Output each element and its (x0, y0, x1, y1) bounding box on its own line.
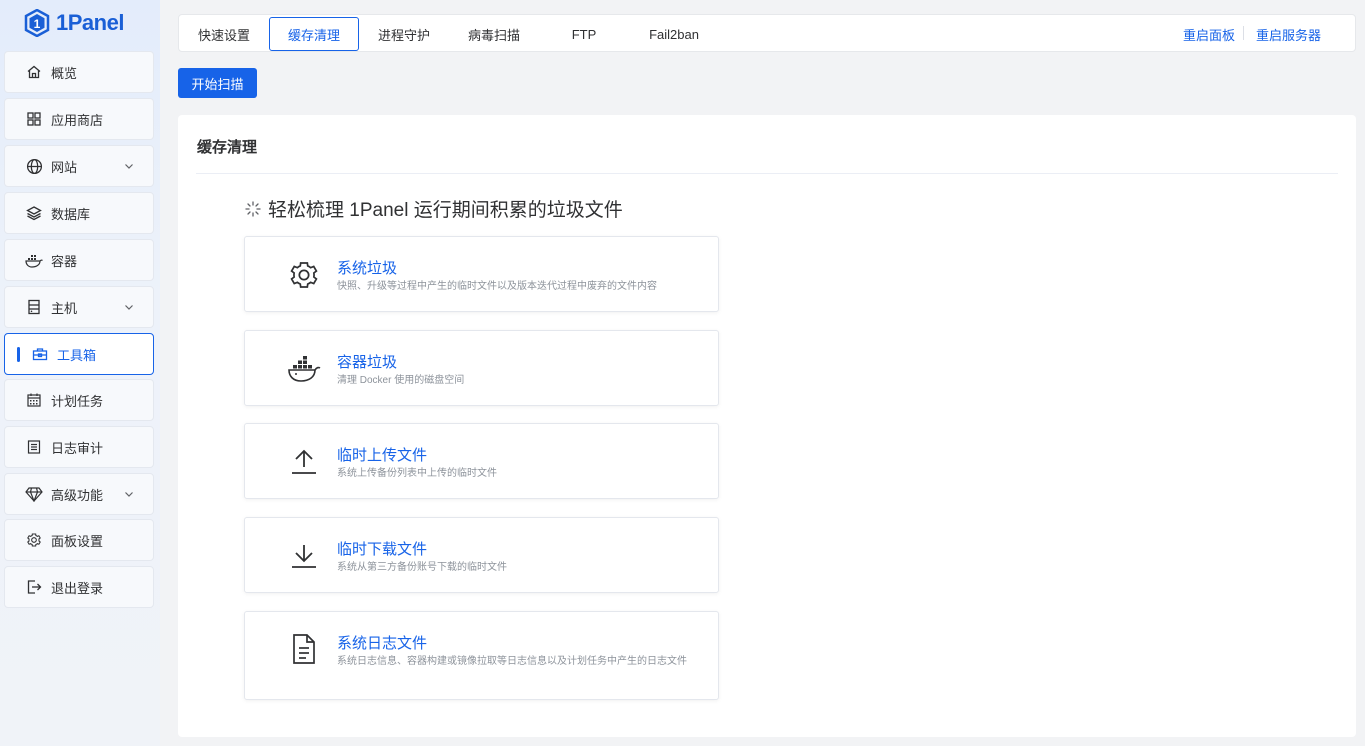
sidebar-item-label: 主机 (51, 300, 78, 316)
calendar-icon (25, 391, 43, 409)
toolbox-icon (31, 345, 49, 363)
tab-virus-scan[interactable]: 病毒扫描 (453, 17, 535, 51)
sidebar: 1 1Panel 概览 应用商店 网站 数据库 容器 主机 工具箱 计划任务 日… (0, 0, 160, 746)
grid-icon (25, 110, 43, 128)
sidebar-item-label: 日志审计 (51, 440, 104, 456)
tab-fail2ban[interactable]: Fail2ban (633, 17, 715, 51)
clean-item-desc: 系统从第三方备份账号下载的临时文件 (337, 562, 507, 573)
tab-right-divider (1243, 26, 1244, 40)
gear-icon (285, 256, 323, 294)
svg-text:1: 1 (34, 17, 41, 31)
sidebar-item-cron[interactable]: 计划任务 (4, 379, 154, 421)
sidebar-item-host[interactable]: 主机 (4, 286, 154, 328)
cache-clean-card: 缓存清理 轻松梳理 1Panel 运行期间积累的垃圾文件 系统垃圾 快照、升级等… (178, 115, 1356, 737)
upload-icon (285, 443, 323, 481)
sidebar-item-overview[interactable]: 概览 (4, 51, 154, 93)
sidebar-item-toolbox[interactable]: 工具箱 (4, 333, 154, 375)
logo-icon: 1 (24, 9, 50, 37)
sidebar-item-label: 数据库 (51, 206, 91, 222)
chevron-down-icon (125, 164, 133, 169)
clean-item-title: 容器垃圾 (337, 354, 398, 371)
clean-item-system-logs[interactable]: 系统日志文件 系统日志信息、容器构建或镜像拉取等日志信息以及计划任务中产生的日志… (244, 611, 719, 700)
document-icon (285, 630, 323, 668)
home-icon (25, 63, 43, 81)
start-scan-button[interactable]: 开始扫描 (178, 68, 257, 98)
active-indicator (17, 347, 20, 362)
chevron-down-icon (125, 305, 133, 310)
sidebar-item-settings[interactable]: 面板设置 (4, 519, 154, 561)
download-icon (285, 537, 323, 575)
toolbox-tab-bar: 快速设置 缓存清理 进程守护 病毒扫描 FTP Fail2ban 重启面板 重启… (178, 14, 1356, 52)
docker-icon (285, 350, 323, 388)
logo[interactable]: 1 1Panel (24, 8, 124, 38)
tab-quick-settings[interactable]: 快速设置 (183, 17, 265, 51)
server-icon (25, 298, 43, 316)
gear-icon (25, 531, 43, 549)
docker-icon (25, 251, 43, 269)
clean-item-temp-upload[interactable]: 临时上传文件 系统上传备份列表中上传的临时文件 (244, 423, 719, 499)
clean-item-container-junk[interactable]: 容器垃圾 清理 Docker 使用的磁盘空间 (244, 330, 719, 406)
sidebar-item-label: 工具箱 (57, 347, 97, 363)
subtitle-text: 轻松梳理 1Panel 运行期间积累的垃圾文件 (268, 200, 623, 221)
tab-cache-clean[interactable]: 缓存清理 (269, 17, 359, 51)
logout-icon (25, 578, 43, 596)
sidebar-item-appstore[interactable]: 应用商店 (4, 98, 154, 140)
clean-item-temp-download[interactable]: 临时下载文件 系统从第三方备份账号下载的临时文件 (244, 517, 719, 593)
sidebar-item-label: 概览 (51, 65, 78, 81)
clean-item-title: 临时上传文件 (337, 447, 428, 464)
restart-panel-link[interactable]: 重启面板 (1183, 25, 1235, 44)
clean-item-desc: 清理 Docker 使用的磁盘空间 (337, 375, 465, 386)
sidebar-item-logs[interactable]: 日志审计 (4, 426, 154, 468)
sidebar-item-label: 容器 (51, 253, 78, 269)
restart-server-link[interactable]: 重启服务器 (1256, 25, 1321, 44)
clean-item-title: 系统垃圾 (337, 260, 398, 277)
sidebar-item-label: 退出登录 (51, 580, 104, 596)
clean-item-desc: 系统日志信息、容器构建或镜像拉取等日志信息以及计划任务中产生的日志文件 (337, 656, 687, 667)
clean-item-title: 系统日志文件 (337, 635, 428, 652)
sidebar-item-label: 网站 (51, 159, 78, 175)
sidebar-item-website[interactable]: 网站 (4, 145, 154, 187)
card-divider (196, 173, 1338, 174)
log-icon (25, 438, 43, 456)
clean-item-desc: 快照、升级等过程中产生的临时文件以及版本迭代过程中废弃的文件内容 (337, 281, 657, 292)
chevron-down-icon (125, 492, 133, 497)
tab-process-guard[interactable]: 进程守护 (363, 17, 445, 51)
sidebar-item-container[interactable]: 容器 (4, 239, 154, 281)
globe-icon (25, 157, 43, 175)
logo-text: 1Panel (56, 10, 124, 35)
sidebar-item-logout[interactable]: 退出登录 (4, 566, 154, 608)
loading-spinner-icon (245, 200, 261, 217)
card-title: 缓存清理 (197, 139, 258, 156)
clean-item-title: 临时下载文件 (337, 541, 428, 558)
sidebar-item-database[interactable]: 数据库 (4, 192, 154, 234)
card-subtitle: 轻松梳理 1Panel 运行期间积累的垃圾文件 (244, 195, 623, 222)
sidebar-item-label: 面板设置 (51, 533, 104, 549)
clean-item-desc: 系统上传备份列表中上传的临时文件 (337, 468, 497, 479)
clean-item-system-junk[interactable]: 系统垃圾 快照、升级等过程中产生的临时文件以及版本迭代过程中废弃的文件内容 (244, 236, 719, 312)
sidebar-item-label: 高级功能 (51, 487, 104, 503)
sidebar-item-label: 计划任务 (51, 393, 104, 409)
layers-icon (25, 204, 43, 222)
diamond-icon (25, 485, 43, 503)
tab-ftp[interactable]: FTP (543, 17, 625, 51)
sidebar-item-advanced[interactable]: 高级功能 (4, 473, 154, 515)
sidebar-item-label: 应用商店 (51, 112, 104, 128)
